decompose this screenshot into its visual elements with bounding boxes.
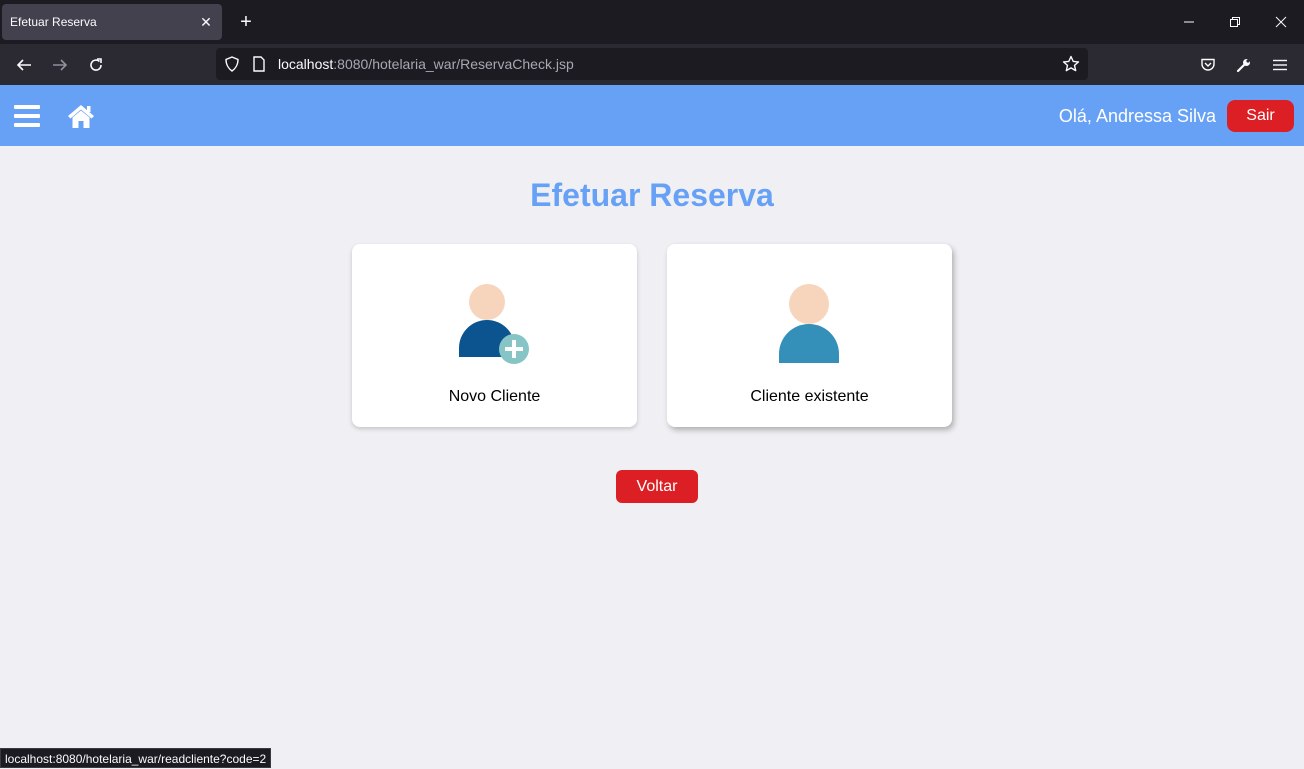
home-icon[interactable] <box>66 103 96 129</box>
add-user-icon <box>452 282 537 367</box>
close-tab-icon[interactable]: ✕ <box>194 14 218 31</box>
status-bar-url: localhost:8080/hotelaria_war/readcliente… <box>0 748 272 768</box>
page-title: Efetuar Reserva <box>530 177 774 213</box>
hamburger-menu-icon[interactable] <box>14 105 40 127</box>
new-client-label: Novo Cliente <box>448 388 541 405</box>
url-host: localhost <box>278 56 334 72</box>
browser-nav-bar: localhost:8080/hotelaria_war/ReservaChec… <box>0 44 1304 85</box>
url-bar[interactable]: localhost:8080/hotelaria_war/ReservaChec… <box>216 48 1088 80</box>
pocket-icon[interactable] <box>1194 52 1222 78</box>
reload-icon[interactable] <box>82 52 110 78</box>
wrench-icon[interactable] <box>1230 52 1258 78</box>
back-icon[interactable] <box>10 52 38 78</box>
forward-icon[interactable] <box>46 52 74 78</box>
existing-client-label: Cliente existente <box>750 388 869 405</box>
url-path: :8080/hotelaria_war/ReservaCheck.jsp <box>333 56 574 72</box>
bookmark-star-icon[interactable] <box>1062 55 1080 78</box>
shield-icon[interactable] <box>224 56 240 77</box>
new-tab-icon[interactable]: + <box>234 10 258 34</box>
minimize-icon[interactable] <box>1166 8 1212 36</box>
user-icon <box>767 282 852 367</box>
menu-icon[interactable] <box>1266 52 1294 78</box>
new-client-card[interactable]: Novo Cliente <box>352 244 637 427</box>
existing-client-card[interactable]: Cliente existente <box>667 244 952 427</box>
back-button[interactable]: Voltar <box>616 470 698 503</box>
browser-tab-bar: Efetuar Reserva ✕ + <box>0 0 1304 44</box>
url-text: localhost:8080/hotelaria_war/ReservaChec… <box>278 56 574 72</box>
user-greeting: Olá, Andressa Silva <box>1058 106 1216 126</box>
close-window-icon[interactable] <box>1258 8 1304 36</box>
restore-icon[interactable] <box>1212 8 1258 36</box>
logout-button[interactable]: Sair <box>1227 100 1294 132</box>
app-header: Olá, Andressa Silva Sair <box>0 85 1304 146</box>
tab-title: Efetuar Reserva <box>10 15 97 29</box>
page-icon[interactable] <box>252 56 266 77</box>
browser-tab[interactable]: Efetuar Reserva ✕ <box>2 4 222 40</box>
